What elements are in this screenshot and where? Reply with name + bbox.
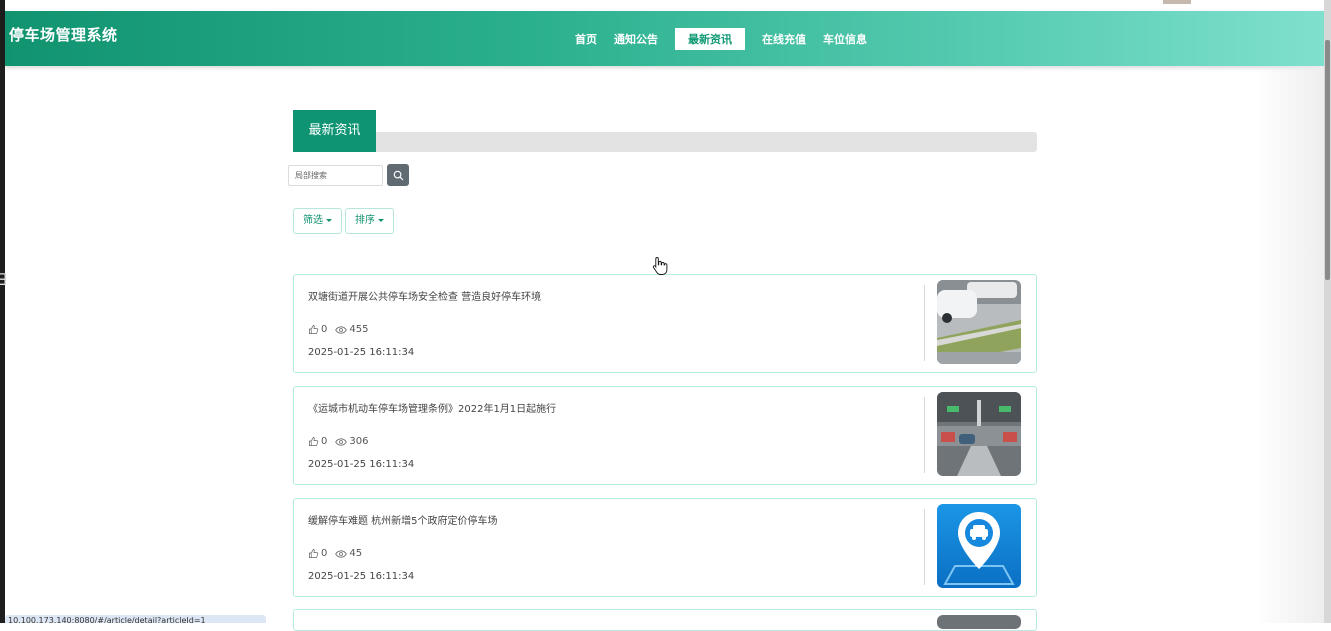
news-item[interactable]: 缓解停车难题 杭州新增5个政府定价停车场 0 45 2025-01-25 16:… — [293, 498, 1037, 597]
chevron-down-icon — [378, 218, 384, 222]
thumbs-up-icon — [309, 437, 319, 446]
window-left-edge — [0, 0, 5, 623]
news-title[interactable]: 缓解停车难题 杭州新增5个政府定价停车场 — [308, 512, 498, 527]
top-thumbnail — [1163, 0, 1191, 4]
search-icon — [393, 170, 403, 180]
underground-garage-photo — [937, 392, 1021, 476]
like-count: 0 — [321, 548, 328, 559]
chevron-down-icon — [326, 218, 332, 222]
like-count: 0 — [321, 436, 328, 447]
eye-icon — [335, 437, 348, 446]
status-url: 10.100.173.140:8080/#/article/detail?art… — [5, 615, 266, 623]
news-item[interactable]: 双塘街道开展公共停车场安全检查 营造良好停车环境 0 455 2025-01-2… — [293, 274, 1037, 373]
eye-icon — [335, 325, 348, 334]
like-stat[interactable]: 0 — [308, 436, 327, 447]
section-title: 最新资讯 — [293, 110, 376, 152]
divider — [924, 397, 925, 473]
view-count: 306 — [349, 436, 369, 447]
news-thumbnail[interactable] — [937, 392, 1021, 476]
news-item-partial[interactable] — [293, 609, 1037, 631]
view-stat: 306 — [335, 436, 368, 447]
filter-label: 筛选 — [303, 215, 323, 226]
parking-location-icon — [937, 504, 1021, 588]
thumbs-up-icon — [309, 325, 319, 334]
thumbs-up-icon — [309, 549, 319, 558]
nav-notices[interactable]: 通知公告 — [606, 28, 666, 50]
view-stat: 45 — [335, 548, 362, 559]
view-stat: 455 — [335, 324, 368, 335]
nav-parking-spaces[interactable]: 车位信息 — [815, 28, 875, 50]
news-stats: 0 455 — [308, 324, 376, 335]
search-input[interactable] — [288, 165, 383, 186]
hand-cursor-icon — [652, 257, 668, 275]
nav-recharge[interactable]: 在线充值 — [754, 28, 814, 50]
nav-home[interactable]: 首页 — [567, 28, 605, 50]
news-thumbnail[interactable] — [937, 504, 1021, 588]
scrollbar-thumb[interactable] — [1325, 40, 1330, 280]
site-title: 停车场管理系统 — [9, 26, 118, 44]
view-count: 455 — [349, 324, 369, 335]
news-item[interactable]: 《运城市机动车停车场管理条例》2022年1月1日起施行 0 306 2025-0… — [293, 386, 1037, 485]
site-header: 停车场管理系统 首页 通知公告 最新资讯 在线充值 车位信息 — [5, 11, 1324, 66]
right-shade — [1254, 66, 1324, 623]
vertical-scrollbar[interactable] — [1324, 0, 1331, 623]
news-stats: 0 45 — [308, 548, 370, 559]
news-stats: 0 306 — [308, 436, 376, 447]
sort-dropdown[interactable]: 排序 — [345, 208, 394, 234]
news-date: 2025-01-25 16:11:34 — [308, 347, 415, 358]
eye-icon — [335, 549, 348, 558]
top-strip — [5, 0, 1324, 11]
filter-dropdown[interactable]: 筛选 — [293, 208, 342, 234]
sort-label: 排序 — [355, 215, 375, 226]
news-date: 2025-01-25 16:11:34 — [308, 571, 415, 582]
news-title[interactable]: 《运城市机动车停车场管理条例》2022年1月1日起施行 — [308, 400, 556, 415]
news-thumbnail[interactable] — [937, 280, 1021, 364]
like-stat[interactable]: 0 — [308, 548, 327, 559]
news-title[interactable]: 双塘街道开展公共停车场安全检查 营造良好停车环境 — [308, 288, 541, 303]
view-count: 45 — [349, 548, 363, 559]
like-stat[interactable]: 0 — [308, 324, 327, 335]
like-count: 0 — [321, 324, 328, 335]
main-nav: 首页 通知公告 最新资讯 在线充值 车位信息 — [567, 28, 876, 50]
edge-glyph: ∃ — [0, 270, 8, 289]
section-title-bar — [376, 132, 1037, 152]
divider — [924, 509, 925, 585]
divider — [924, 285, 925, 361]
search-button[interactable] — [387, 164, 409, 186]
news-thumbnail[interactable] — [937, 615, 1021, 629]
parking-lot-photo — [937, 280, 1021, 364]
news-date: 2025-01-25 16:11:34 — [308, 459, 415, 470]
nav-news[interactable]: 最新资讯 — [675, 28, 745, 50]
